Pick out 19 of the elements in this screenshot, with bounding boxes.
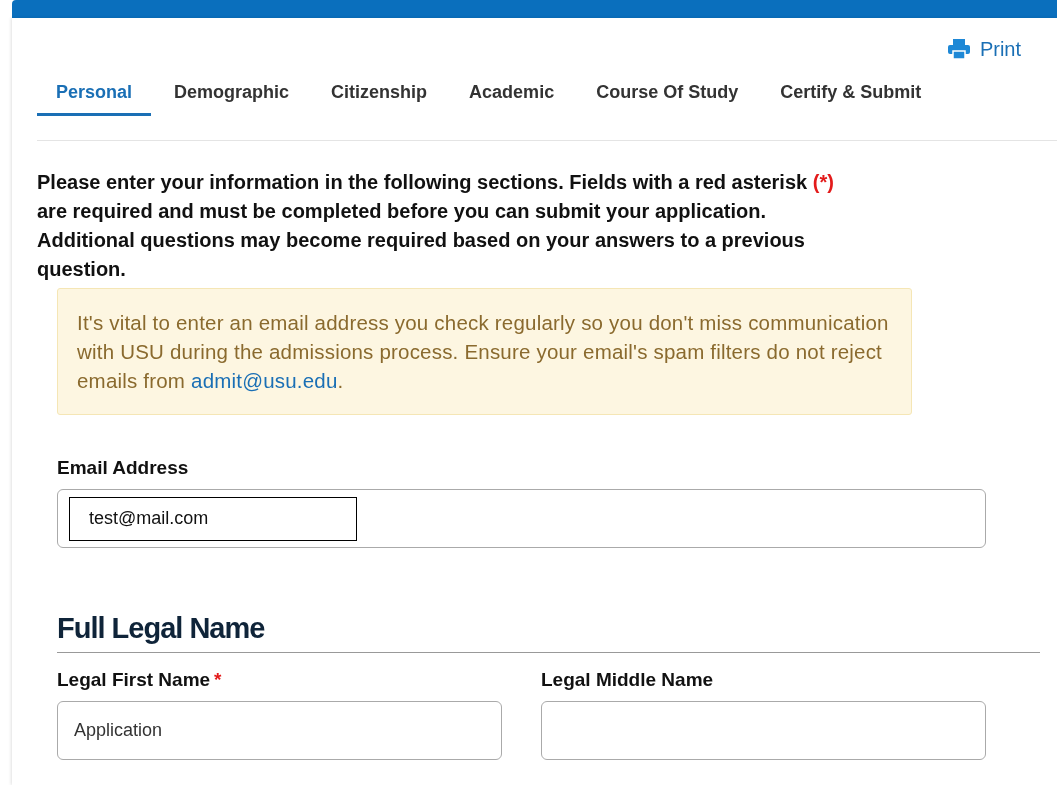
instructions-paragraph: Please enter your information in the following sections. Fields with a red asterisk (*) are required and must be completed before you can submit your application. Additional questions may become required based on your answers to a previous question.	[37, 170, 835, 282]
tab[interactable]: Personal	[37, 76, 152, 116]
field-label: Legal First Name *	[57, 669, 223, 691]
tab[interactable]: Certify & Submit	[761, 76, 941, 116]
tab[interactable]: Citizenship	[312, 76, 447, 116]
printer-icon	[947, 39, 970, 59]
field-label: Email Address	[57, 457, 190, 479]
tab[interactable]: Demographic	[155, 76, 309, 116]
notice-text: It's vital to enter an email address you check regularly so you don't miss communication with USU during the admissions process. Ensure your email's spam filters do not reject emails from admit@usu.edu.	[77, 310, 890, 394]
text-field[interactable]: Application	[57, 701, 502, 760]
field-label: Legal Middle Name	[541, 669, 715, 691]
print-button[interactable]: Print	[947, 32, 1021, 66]
section-heading: Full Legal Name	[57, 611, 266, 646]
field-value: test@mail.com	[69, 496, 357, 541]
tab[interactable]: Course Of Study	[577, 76, 758, 116]
tab[interactable]: Academic	[450, 76, 574, 116]
email-field[interactable]: test@mail.com	[57, 489, 986, 548]
email-link[interactable]: admit@usu.edu	[191, 369, 338, 392]
text-field[interactable]	[541, 701, 986, 760]
